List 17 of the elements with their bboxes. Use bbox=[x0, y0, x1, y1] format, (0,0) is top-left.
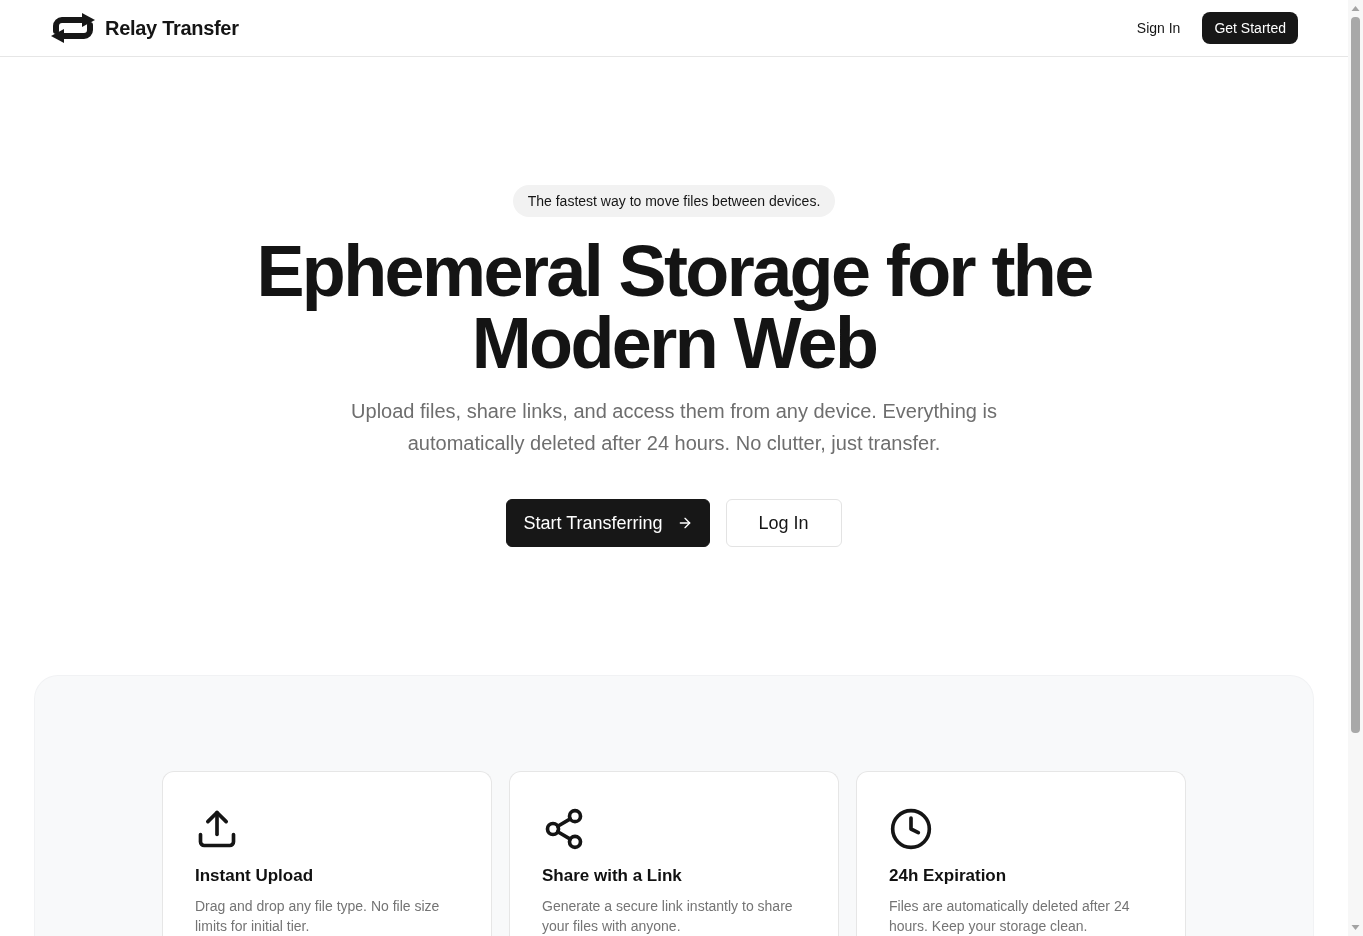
feature-title: Share with a Link bbox=[542, 865, 682, 887]
feature-description: Generate a secure link instantly to share your files with anyone. bbox=[542, 897, 794, 936]
feature-description: Drag and drop any file type. No file size limits for initial tier. bbox=[195, 897, 441, 936]
hero-title: Ephemeral Storage for the Modern Web bbox=[255, 235, 1093, 379]
brand-name: Relay Transfer bbox=[105, 16, 239, 40]
feature-description: Files are automatically deleted after 24 hours. Keep your storage clean. bbox=[889, 897, 1131, 936]
get-started-button[interactable]: Get Started bbox=[1202, 12, 1298, 44]
tagline-badge: The fastest way to move files between devices. bbox=[512, 185, 836, 217]
start-button[interactable]: Start Transferring bbox=[506, 499, 710, 547]
hero-subtitle: Upload files, share links, and access them from any device. Everything is automatically deleted after 24 hours. No clutter, just transfer. bbox=[350, 399, 998, 456]
scrollbar[interactable] bbox=[1348, 0, 1363, 936]
sign-in-link[interactable]: Sign In bbox=[1130, 12, 1187, 44]
feature-title: 24h Expiration bbox=[889, 865, 1007, 887]
logo-icon bbox=[50, 12, 96, 44]
feature-title: Instant Upload bbox=[195, 865, 314, 887]
login-button[interactable]: Log In bbox=[725, 499, 842, 547]
clock-icon bbox=[889, 807, 933, 851]
